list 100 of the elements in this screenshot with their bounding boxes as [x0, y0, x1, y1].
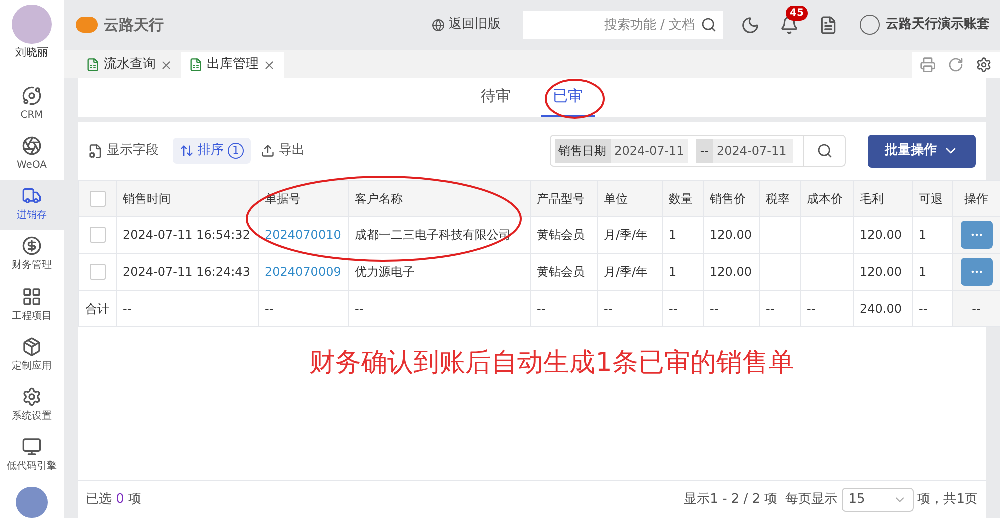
sidebar-item[interactable]: 低代码引擎 [0, 430, 64, 482]
selected-count: 已选 0 项 [86, 490, 142, 509]
settings-icon [22, 387, 42, 408]
document-number-link[interactable]: 2024070010 [258, 216, 348, 254]
back-link[interactable]: 返回旧版 [449, 15, 501, 35]
column-header: 数量 [662, 180, 704, 216]
close-icon[interactable] [160, 58, 173, 72]
avatar[interactable] [12, 5, 52, 44]
more-button[interactable] [960, 258, 992, 286]
column-header: 产品型号 [530, 180, 598, 216]
table-cell: -- [116, 290, 258, 326]
row-checkbox[interactable] [90, 264, 106, 280]
document-settings-icon [88, 144, 103, 158]
table-cell: -- [348, 290, 530, 326]
table-cell: 120.00 [854, 254, 912, 290]
column-header: 成本价 [800, 180, 854, 216]
per-page-label: 每页显示 [786, 490, 838, 509]
table-cell [800, 254, 854, 290]
ring-icon [22, 136, 42, 156]
sidebar-item[interactable]: 财务管理 [0, 230, 64, 280]
table-cell: 120.00 [854, 216, 912, 254]
settings-icon[interactable] [976, 57, 992, 73]
search-field[interactable]: 搜索功能 / 文档 [523, 11, 723, 39]
total-label: 合计 [78, 290, 116, 326]
refresh-icon[interactable] [948, 57, 964, 73]
sort-icon [180, 144, 194, 158]
coin-icon [22, 236, 42, 256]
moon-icon[interactable] [741, 16, 760, 34]
sidebar-item[interactable]: 工程项目 [0, 280, 64, 330]
date-range-field[interactable]: 销售日期 2024-07-11 -- 2024-07-11 [550, 135, 846, 167]
column-header: 毛利 [854, 180, 912, 216]
table-cell: -- [704, 290, 760, 326]
status-tab[interactable]: 已审 [541, 78, 595, 117]
table-cell: 黄钻会员 [530, 216, 598, 254]
user-name: 刘晓丽 [16, 44, 48, 61]
table-cell: 2024-07-11 16:54:32 [116, 216, 258, 254]
page-range: 显示1 - 2 / 2 项 [684, 490, 778, 509]
display-fields-button[interactable]: 显示字段 [88, 141, 159, 161]
close-icon[interactable] [263, 58, 276, 72]
search-icon [816, 143, 832, 159]
logo-icon [76, 17, 98, 33]
printer-icon[interactable] [920, 57, 936, 73]
floating-logo-button[interactable] [16, 487, 48, 518]
page-total: 项，共1页 [918, 490, 978, 509]
sidebar-item[interactable]: 进销存 [0, 180, 64, 230]
per-page-select[interactable]: 15 [842, 488, 914, 512]
select-all-checkbox[interactable] [90, 190, 106, 206]
status-tab[interactable]: 待审 [469, 78, 523, 117]
upload-icon [261, 144, 275, 158]
spreadsheet-icon [86, 58, 100, 72]
table-cell: 240.00 [854, 290, 912, 326]
row-checkbox[interactable] [90, 227, 106, 243]
column-header: 销售时间 [116, 180, 258, 216]
table-cell: -- [530, 290, 598, 326]
table-cell: 月/季/年 [598, 216, 662, 254]
annotation-text: 财务确认到账后自动生成1条已审的销售单 [310, 347, 794, 380]
table-cell: 1 [662, 254, 704, 290]
table-cell: -- [952, 290, 1000, 326]
more-button[interactable] [960, 221, 992, 249]
column-header: 税率 [760, 180, 800, 216]
bell-icon[interactable] [780, 16, 799, 34]
account-name[interactable]: 云路天行演示账套 [886, 15, 990, 35]
annotation-ellipse [544, 78, 606, 120]
batch-operation-button[interactable]: 批量操作 [868, 134, 976, 168]
sidebar-item[interactable]: WeOA [0, 129, 64, 180]
table-cell: 120.00 [704, 254, 760, 290]
table-cell [800, 216, 854, 254]
table-cell: -- [760, 290, 800, 326]
table-cell: -- [800, 290, 854, 326]
grid-icon [22, 286, 42, 307]
logo-text: 云路天行 [104, 14, 164, 36]
sidebar-item[interactable]: 系统设置 [0, 380, 64, 431]
table-cell: 1 [662, 216, 704, 254]
sidebar-item[interactable]: 定制应用 [0, 330, 64, 381]
table-cell: 黄钻会员 [530, 254, 598, 290]
sidebar-item[interactable]: CRM [0, 79, 64, 130]
monitor-icon [22, 437, 42, 458]
truck-icon [22, 186, 42, 206]
nodes-icon [22, 86, 42, 106]
table-cell: -- [598, 290, 662, 326]
table-cell: 120.00 [704, 216, 760, 254]
company-icon [860, 15, 880, 35]
table-cell [760, 216, 800, 254]
column-header: 客户名称 [348, 180, 530, 216]
table-cell: -- [258, 290, 348, 326]
sort-button[interactable]: 排序 1 [173, 138, 251, 164]
export-button[interactable]: 导出 [261, 141, 305, 161]
page-tab[interactable]: 出库管理 [181, 52, 284, 78]
table-cell [760, 254, 800, 290]
search-icon [701, 17, 717, 33]
column-header: 销售价 [704, 180, 760, 216]
page-tab[interactable]: 流水查询 [78, 52, 181, 78]
notification-badge: 45 [786, 6, 808, 20]
package-icon [22, 336, 42, 357]
document-number-link[interactable]: 2024070009 [258, 254, 348, 290]
column-header: 单位 [598, 180, 662, 216]
table-cell: 2024-07-11 16:24:43 [116, 254, 258, 290]
spreadsheet-icon [189, 58, 203, 72]
document-icon[interactable] [819, 16, 838, 34]
globe-icon [432, 18, 445, 32]
